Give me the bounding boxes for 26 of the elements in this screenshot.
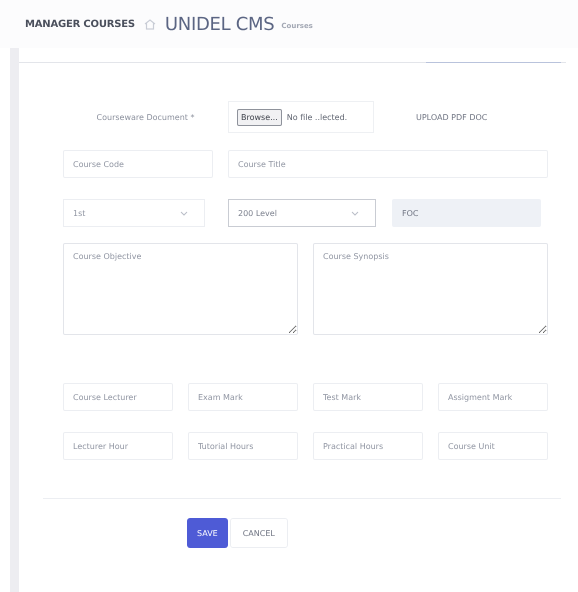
file-name-text: No file ..lected.	[286, 112, 348, 122]
upload-hint: UPLOAD PDF DOC	[416, 112, 488, 122]
input-field[interactable]: Exam Mark	[188, 383, 298, 411]
semester-select[interactable]: 1st	[63, 199, 205, 227]
input-field[interactable]: Practical Hours	[313, 432, 423, 460]
objective-textarea[interactable]: Course Objective	[63, 243, 298, 335]
input-field[interactable]: Lecturer Hour	[63, 432, 173, 460]
file-field[interactable]: Browse... No file ..lected.	[228, 101, 374, 133]
field-label: Courseware Document *	[96, 112, 196, 122]
home-icon[interactable]	[144, 18, 156, 30]
input-field[interactable]: Course Lecturer	[63, 383, 173, 411]
input-field[interactable]: Test Mark	[313, 383, 423, 411]
cancel-button[interactable]: CANCEL	[230, 518, 288, 548]
app-title: UNIDEL CMS	[164, 14, 274, 34]
browse-button[interactable]: Browse...	[237, 108, 282, 126]
synopsis-textarea[interactable]: Course Synopsis	[313, 243, 548, 335]
input-field[interactable]: Course Code	[63, 150, 213, 178]
input-field[interactable]: Tutorial Hours	[188, 432, 298, 460]
save-button[interactable]: SAVE	[187, 518, 228, 548]
level-select[interactable]: 200 Level	[228, 199, 376, 227]
chevron-icon	[351, 210, 359, 216]
chevron-icon	[180, 210, 188, 216]
input-field[interactable]: Course Unit	[438, 432, 548, 460]
input-field[interactable]: Course Title	[228, 150, 548, 178]
section-title: MANAGER COURSES	[25, 18, 135, 30]
input-field[interactable]: Assigment Mark	[438, 383, 548, 411]
